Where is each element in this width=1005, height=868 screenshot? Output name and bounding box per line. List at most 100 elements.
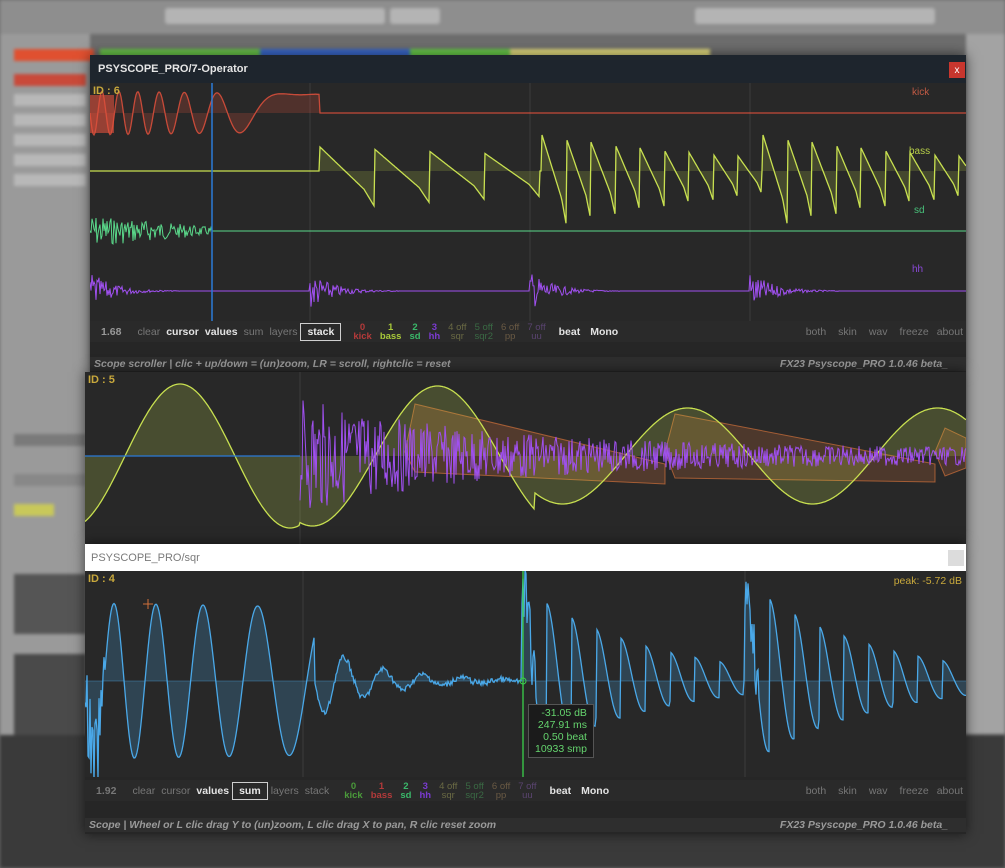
layer-toggle-2[interactable]: 2 sd	[405, 322, 424, 342]
window-title: PSYSCOPE_PRO/7-Operator	[98, 63, 248, 75]
layer-name: sd	[409, 330, 421, 342]
track-label-sd: sd	[914, 205, 925, 216]
zoom-value: 1.68	[101, 325, 122, 338]
layer-toggle-7[interactable]: 7 off uu	[514, 781, 540, 801]
zoom-value: 1.92	[96, 784, 117, 797]
scope-id-label: ID : 5	[88, 374, 115, 386]
stack-button[interactable]: stack	[300, 322, 342, 341]
layer-toggle-2[interactable]: 2 sd	[396, 781, 415, 801]
freeze-button[interactable]: freeze	[897, 323, 932, 341]
layer-toggle-0[interactable]: 0 kick	[349, 322, 376, 342]
skin-button[interactable]: skin	[835, 782, 860, 800]
layer-toggle-6[interactable]: 6 off pp	[497, 322, 523, 342]
layer-toggle-3[interactable]: 3 hh	[415, 781, 435, 801]
mono-button[interactable]: Mono	[587, 323, 621, 341]
layer-toggle-4[interactable]: 4 off sqr	[444, 322, 470, 342]
scope-scroller[interactable]	[85, 803, 966, 815]
sum-button[interactable]: sum	[241, 323, 267, 341]
layer-name: bass	[379, 330, 402, 342]
cursor-readout: -31.05 dB 247.91 ms 0.50 beat 10933 smp	[528, 704, 594, 758]
layer-toggle-7[interactable]: 7 off uu	[523, 322, 549, 342]
readout-db: -31.05 dB	[541, 707, 587, 719]
stack-button[interactable]: stack	[302, 782, 333, 800]
beat-button[interactable]: beat	[556, 323, 584, 341]
layer-name: pp	[495, 789, 507, 801]
cursor-button[interactable]: cursor	[163, 323, 202, 341]
layer-name: kick	[353, 330, 372, 342]
both-button[interactable]: both	[803, 782, 829, 800]
status-hint: Scope | Wheel or L clic drag Y to (un)zo…	[89, 819, 497, 831]
hh-wave	[90, 274, 966, 307]
clear-button[interactable]: clear	[129, 782, 158, 800]
kick-wave	[90, 90, 966, 137]
layer-name: sqr2	[465, 789, 484, 801]
layer-name: hh	[419, 789, 432, 801]
layer-toggle-4[interactable]: 4 off sqr	[435, 781, 461, 801]
track-label-hh: hh	[912, 264, 924, 275]
scope-window-operator: PSYSCOPE_PRO/7-Operator x ID : 6 kick ba…	[90, 55, 966, 372]
layer-name: sqr	[450, 330, 464, 342]
track-label-bass: bass	[909, 146, 931, 157]
about-button[interactable]: about	[934, 782, 966, 800]
sum-button[interactable]: sum	[232, 781, 268, 800]
layer-toggle-1[interactable]: 1 bass	[367, 781, 397, 801]
layer-toggles: 0 kick 1 bass 2 sd 3 hh 4 off sqr 5 off sqr2 6 off pp…	[349, 322, 549, 342]
layer-name: kick	[344, 789, 363, 801]
layers-button[interactable]: layers	[268, 782, 302, 800]
both-button[interactable]: both	[803, 323, 829, 341]
readout-samples: 10933 smp	[535, 743, 587, 755]
scope-id-label: ID : 4	[88, 573, 115, 585]
status-bar: Scope scroller | clic + up/down = (un)zo…	[90, 357, 966, 371]
layer-toggle-0[interactable]: 0 kick	[340, 781, 367, 801]
cursor-button[interactable]: cursor	[158, 782, 193, 800]
layer-toggles: 0 kick 1 bass 2 sd 3 hh 4 off sqr 5 off sqr2 6 off pp…	[340, 781, 540, 801]
layers-button[interactable]: layers	[266, 323, 300, 341]
wav-button[interactable]: wav	[866, 323, 891, 341]
scope-window-sqr: PSYSCOPE_PRO/sqr ID : 4 peak: -5.72 dB -…	[85, 544, 966, 834]
skin-button[interactable]: skin	[835, 323, 860, 341]
layer-toggle-6[interactable]: 6 off pp	[488, 781, 514, 801]
daw-right-panel	[966, 34, 1005, 734]
layer-name: sd	[400, 789, 412, 801]
layer-toggle-3[interactable]: 3 hh	[425, 322, 445, 342]
close-button[interactable]	[948, 550, 964, 566]
peak-readout: peak: -5.72 dB	[893, 575, 962, 587]
close-button[interactable]: x	[949, 62, 965, 78]
layer-toggle-5[interactable]: 5 off sqr2	[461, 781, 487, 801]
window-title: PSYSCOPE_PRO/sqr	[91, 551, 200, 564]
values-button[interactable]: values	[202, 323, 241, 341]
scope-plot-stacked[interactable]: ID : 6 kick bass sd hh	[90, 83, 966, 321]
layer-name: uu	[531, 330, 542, 342]
sd-wave	[90, 217, 966, 245]
mono-button[interactable]: Mono	[578, 782, 612, 800]
layer-name: bass	[370, 789, 393, 801]
scope-scroller[interactable]	[90, 343, 966, 355]
readout-beat: 0.50 beat	[543, 731, 587, 743]
layer-name: uu	[522, 789, 533, 801]
layer-name: hh	[428, 330, 441, 342]
daw-transport-bar	[0, 0, 1005, 34]
layer-name: sqr2	[474, 330, 493, 342]
layer-name: pp	[504, 330, 516, 342]
clear-button[interactable]: clear	[134, 323, 163, 341]
scope-plot-sum[interactable]: ID : 4 peak: -5.72 dB -31.05 dB 247.91 m…	[85, 571, 966, 777]
values-button[interactable]: values	[193, 782, 232, 800]
title-bar[interactable]: PSYSCOPE_PRO/7-Operator	[90, 55, 966, 83]
wav-button[interactable]: wav	[866, 782, 891, 800]
layer-name: sqr	[441, 789, 455, 801]
beat-button[interactable]: beat	[547, 782, 575, 800]
scope-window-layers: ID : 5	[85, 372, 966, 544]
about-button[interactable]: about	[934, 323, 966, 341]
layer-toggle-5[interactable]: 5 off sqr2	[471, 322, 497, 342]
version-label: FX23 Psyscope_PRO 1.0.46 beta_	[779, 819, 948, 831]
scope-id-label: ID : 6	[93, 85, 120, 97]
layer-toggle-1[interactable]: 1 bass	[376, 322, 406, 342]
scope-toolbar: 1.68 clear cursor values sum layers stac…	[90, 321, 966, 342]
title-bar[interactable]: PSYSCOPE_PRO/sqr	[85, 544, 966, 571]
track-label-kick: kick	[912, 87, 930, 98]
scope-plot-layers[interactable]: ID : 5	[85, 372, 966, 544]
kick-transient	[90, 95, 114, 133]
version-label: FX23 Psyscope_PRO 1.0.46 beta_	[779, 358, 948, 370]
freeze-button[interactable]: freeze	[897, 782, 932, 800]
readout-ms: 247.91 ms	[537, 719, 587, 731]
